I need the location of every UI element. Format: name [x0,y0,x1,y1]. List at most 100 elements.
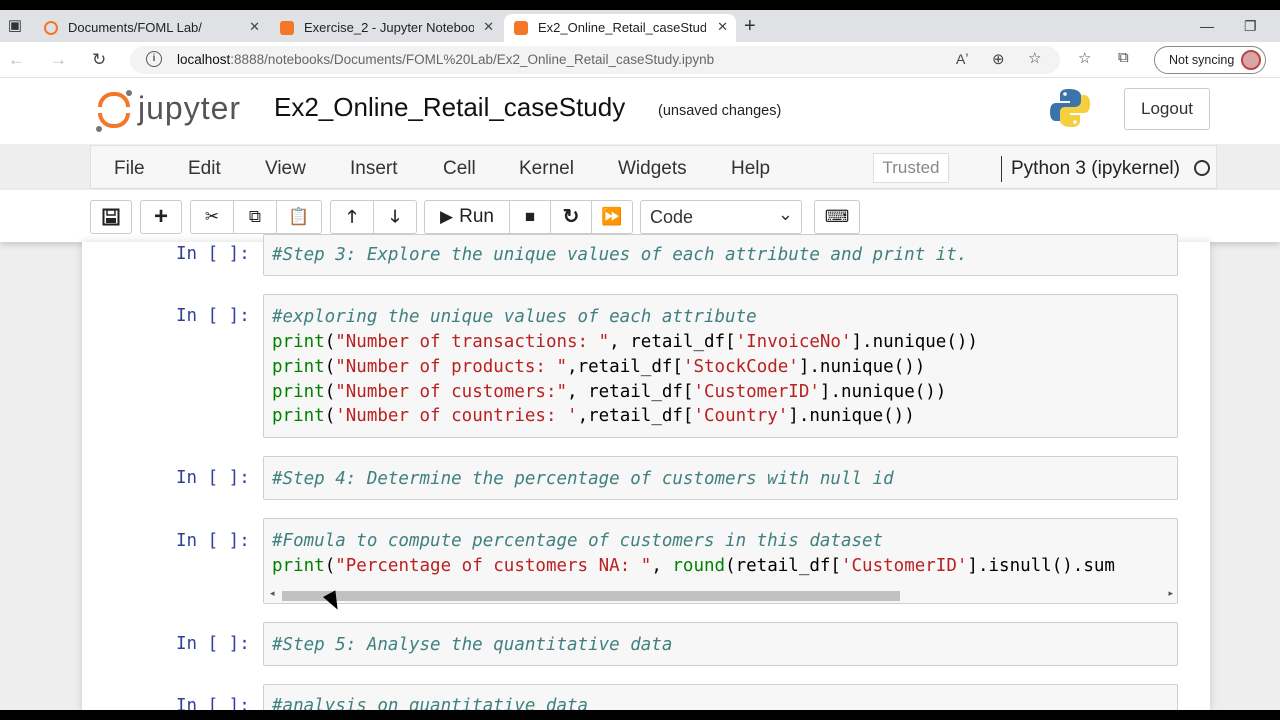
address-bar-row: ← → ↻ i localhost:8888/notebooks/Documen… [0,42,1280,78]
cell-input[interactable]: #Step 4: Determine the percentage of cus… [263,456,1178,500]
jupyter-logo[interactable]: jupyter [96,90,256,134]
cell-prompt: In [ ]: [176,468,250,488]
cell-prompt: In [ ]: [176,531,250,551]
close-tab-icon[interactable]: ✕ [717,19,728,35]
tab-title: Documents/FOML Lab/ [68,20,202,35]
close-tab-icon[interactable]: ✕ [249,19,260,35]
browser-tab-active-notebook[interactable]: Ex2_Online_Retail_caseStudy - Ju ✕ [504,14,736,42]
keyboard-icon: ⌨ [824,207,850,226]
menu-file[interactable]: File [114,158,145,180]
menu-edit[interactable]: Edit [188,158,221,180]
code-string: 'Number of countries: ' [335,406,578,426]
code-text: (retail_df[ [725,556,841,576]
kernel-name[interactable]: Python 3 (ipykernel) [1011,158,1180,180]
fast-forward-icon: ⏩ [601,207,623,226]
restart-run-all-button[interactable]: ⏩ [591,200,633,234]
cell-type-select[interactable]: Code ⌄ [640,200,802,234]
notebook-title[interactable]: Ex2_Online_Retail_caseStudy [274,92,625,123]
code-text: , retail_df[ [609,332,736,352]
code-builtin: print [272,382,325,402]
cell-prompt: In [ ]: [176,244,250,264]
url-path: :8888/notebooks/Documents/FOML%20Lab/Ex2… [230,52,715,67]
read-aloud-icon[interactable]: Aʼ [956,51,968,67]
markdown-comment-cell[interactable]: In [ ]: #Step 5: Analyse the quantitativ… [82,622,1210,668]
code-cell[interactable]: In [ ]: #Fomula to compute percentage of… [82,518,1210,606]
code-comment: #Step 5: Analyse the quantitative data [272,635,673,655]
code-builtin: print [272,357,325,377]
cut-cells-button[interactable]: ✂ [190,200,234,234]
close-tab-icon[interactable]: ✕ [483,19,494,35]
minimize-window-icon[interactable]: — [1200,18,1214,34]
code-comment: #analysis on quantitative data [272,696,589,710]
notebook-favicon-icon [280,21,294,35]
scroll-right-icon[interactable]: ▸ [1168,588,1173,599]
code-text: ( [324,332,336,352]
code-text: ].nunique()) [798,357,926,377]
play-icon: ▶ [440,207,454,226]
command-palette-button[interactable]: ⌨ [814,200,860,234]
tab-actions-icon[interactable]: ▣ [4,15,26,37]
code-text: ].nunique()) [788,406,915,426]
logo-dot [96,126,102,132]
kernel-separator [1001,156,1002,182]
scroll-left-icon[interactable]: ◂ [270,588,275,599]
code-text: ].nunique()) [851,332,978,352]
run-button[interactable]: ▶ Run [424,200,510,234]
logout-button[interactable]: Logout [1124,88,1210,130]
code-text: ( [324,556,336,576]
code-cell[interactable]: In [ ]: #analysis on quantitative data [82,684,1210,710]
url-field[interactable]: i localhost:8888/notebooks/Documents/FOM… [130,46,1060,74]
move-cell-up-button[interactable]: 🡑 [330,200,374,234]
forward-icon[interactable]: → [50,50,67,70]
copy-cells-button[interactable]: ⧉ [233,200,277,234]
code-text: ( [324,357,336,377]
collections-icon[interactable]: ⧉ [1118,49,1129,66]
browser-tab-exercise2[interactable]: Exercise_2 - Jupyter Notebook ✕ [270,14,502,42]
copy-icon: ⧉ [248,207,262,226]
restart-kernel-button[interactable]: ↻ [550,200,592,234]
menu-insert[interactable]: Insert [350,158,398,180]
cell-input[interactable]: #Step 3: Explore the unique values of ea… [263,234,1178,276]
profile-sync-button[interactable]: Not syncing [1154,46,1266,74]
refresh-icon[interactable]: ↻ [92,50,106,70]
browser-tab-documents[interactable]: Documents/FOML Lab/ ✕ [34,14,268,42]
code-line: print("Number of products: ",retail_df['… [272,357,925,377]
new-tab-button[interactable]: + [744,16,756,36]
code-string: 'StockCode' [682,357,799,377]
markdown-comment-cell[interactable]: In [ ]: #Step 4: Determine the percentag… [82,456,1210,502]
menu-cell[interactable]: Cell [443,158,476,180]
cell-input[interactable]: #Step 5: Analyse the quantitative data [263,622,1178,666]
paste-cells-button[interactable]: 📋 [276,200,322,234]
menu-kernel[interactable]: Kernel [519,158,574,180]
logo-ring-top [98,92,130,107]
code-comment: #Step 4: Determine the percentage of cus… [272,469,894,489]
menu-view[interactable]: View [265,158,306,180]
horizontal-scrollbar[interactable]: ◂ ▸ [264,587,1177,603]
menu-help[interactable]: Help [731,158,770,180]
move-cell-down-button[interactable]: 🡓 [373,200,417,234]
code-cell[interactable]: In [ ]: #exploring the unique values of … [82,294,1210,440]
stop-icon: ■ [524,207,536,226]
trusted-badge[interactable]: Trusted [873,153,949,183]
code-builtin: print [272,556,325,576]
scrollbar-thumb[interactable] [282,591,900,601]
cell-input[interactable]: #Fomula to compute percentage of custome… [263,518,1178,604]
url-text[interactable]: localhost:8888/notebooks/Documents/FOML%… [177,52,714,67]
zoom-icon[interactable]: ⊕ [992,50,1005,68]
favorites-icon[interactable]: ☆ [1078,49,1091,67]
menu-widgets[interactable]: Widgets [618,158,687,180]
save-button[interactable] [90,200,132,234]
site-info-icon[interactable]: i [146,51,162,67]
back-icon[interactable]: ← [8,50,25,70]
cell-input[interactable]: #exploring the unique values of each att… [263,294,1178,438]
save-status: (unsaved changes) [658,103,782,119]
restore-window-icon[interactable]: ❐ [1244,18,1257,35]
notebook-menubar: File Edit View Insert Cell Kernel Widget… [90,145,1217,189]
cell-input[interactable]: #analysis on quantitative data [263,684,1178,710]
insert-cell-below-button[interactable]: + [140,200,182,234]
favorite-add-icon[interactable]: ☆ [1028,49,1041,67]
markdown-comment-cell[interactable]: In [ ]: #Step 3: Explore the unique valu… [82,234,1210,278]
arrow-up-icon: 🡑 [347,207,357,226]
interrupt-kernel-button[interactable]: ■ [509,200,551,234]
code-text: ].isnull().sum [967,556,1115,576]
